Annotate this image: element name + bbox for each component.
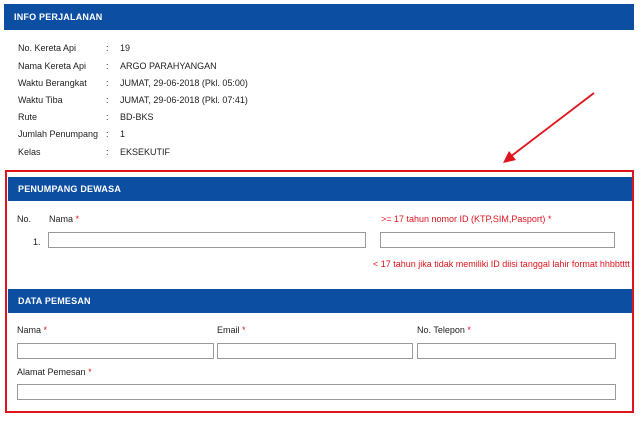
info-label: Kelas <box>18 147 41 157</box>
passenger-id-input[interactable] <box>380 232 615 248</box>
info-colon: : <box>106 112 109 122</box>
info-label: Rute <box>18 112 38 122</box>
pemesan-alamat-text: Alamat Pemesan <box>17 367 86 377</box>
info-label: Waktu Berangkat <box>18 78 87 88</box>
info-label: Nama Kereta Api <box>18 61 87 71</box>
info-value: JUMAT, 29-06-2018 (Pkl. 07:41) <box>120 95 248 105</box>
info-value: JUMAT, 29-06-2018 (Pkl. 05:00) <box>120 78 248 88</box>
info-value: BD-BKS <box>120 112 154 122</box>
required-mark: * <box>88 367 92 377</box>
info-colon: : <box>106 147 109 157</box>
pemesan-nama-input[interactable] <box>17 343 214 359</box>
penumpang-dewasa-header: PENUMPANG DEWASA <box>8 177 632 201</box>
info-value: 19 <box>120 43 131 53</box>
info-colon: : <box>106 43 109 53</box>
info-value: ARGO PARAHYANGAN <box>120 61 217 71</box>
info-label: Jumlah Penumpang <box>18 129 99 139</box>
passenger-name-input[interactable] <box>48 232 366 248</box>
info-label: Waktu Tiba <box>18 95 63 105</box>
info-row-jumlah-penumpang: Jumlah Penumpang : 1 <box>18 128 125 140</box>
pemesan-nama-text: Nama <box>17 325 42 335</box>
pemesan-email-input[interactable] <box>217 343 413 359</box>
required-mark: * <box>75 214 80 224</box>
info-colon: : <box>106 95 109 105</box>
pemesan-telepon-label: No. Telepon * <box>417 325 471 335</box>
pemesan-alamat-label: Alamat Pemesan * <box>17 367 92 377</box>
required-mark: * <box>467 325 471 335</box>
info-colon: : <box>106 129 109 139</box>
info-row-nama-kereta: Nama Kereta Api : ARGO PARAHYANGAN <box>18 60 217 72</box>
column-nama-label: Nama * <box>49 214 79 224</box>
column-id-text: >= 17 tahun nomor ID (KTP,SIM,Pasport) <box>381 214 546 224</box>
data-pemesan-header: DATA PEMESAN <box>8 289 632 313</box>
pemesan-telepon-text: No. Telepon <box>417 325 465 335</box>
info-row-kelas: Kelas : EKSEKUTIF <box>18 146 170 158</box>
info-perjalanan-header: INFO PERJALANAN <box>4 4 634 30</box>
column-no-label: No. <box>17 214 32 224</box>
passenger-id-note: < 17 tahun jika tidak memiliki ID diisi … <box>373 259 630 269</box>
pemesan-email-text: Email <box>217 325 240 335</box>
column-nama-text: Nama <box>49 214 74 224</box>
pemesan-telepon-input[interactable] <box>417 343 616 359</box>
penumpang-dewasa-title: PENUMPANG DEWASA <box>18 184 122 194</box>
info-row-waktu-berangkat: Waktu Berangkat : JUMAT, 29-06-2018 (Pkl… <box>18 77 248 89</box>
required-mark: * <box>242 325 246 335</box>
info-value: 1 <box>120 129 126 139</box>
info-row-rute: Rute : BD-BKS <box>18 111 154 123</box>
info-row-waktu-tiba: Waktu Tiba : JUMAT, 29-06-2018 (Pkl. 07:… <box>18 94 248 106</box>
info-value: EKSEKUTIF <box>120 147 171 157</box>
pemesan-alamat-input[interactable] <box>17 384 616 400</box>
pemesan-nama-label: Nama * <box>17 325 47 335</box>
passenger-row-number: 1. <box>33 237 41 247</box>
info-row-no-kereta: No. Kereta Api : 19 <box>18 42 130 54</box>
info-perjalanan-title: INFO PERJALANAN <box>14 12 103 22</box>
info-colon: : <box>106 78 109 88</box>
data-pemesan-title: DATA PEMESAN <box>18 296 91 306</box>
required-mark: * <box>43 325 48 335</box>
required-mark: * <box>547 214 552 224</box>
column-id-label: >= 17 tahun nomor ID (KTP,SIM,Pasport) * <box>381 214 551 224</box>
info-label: No. Kereta Api <box>18 43 77 53</box>
pemesan-email-label: Email * <box>217 325 246 335</box>
info-colon: : <box>106 61 109 71</box>
